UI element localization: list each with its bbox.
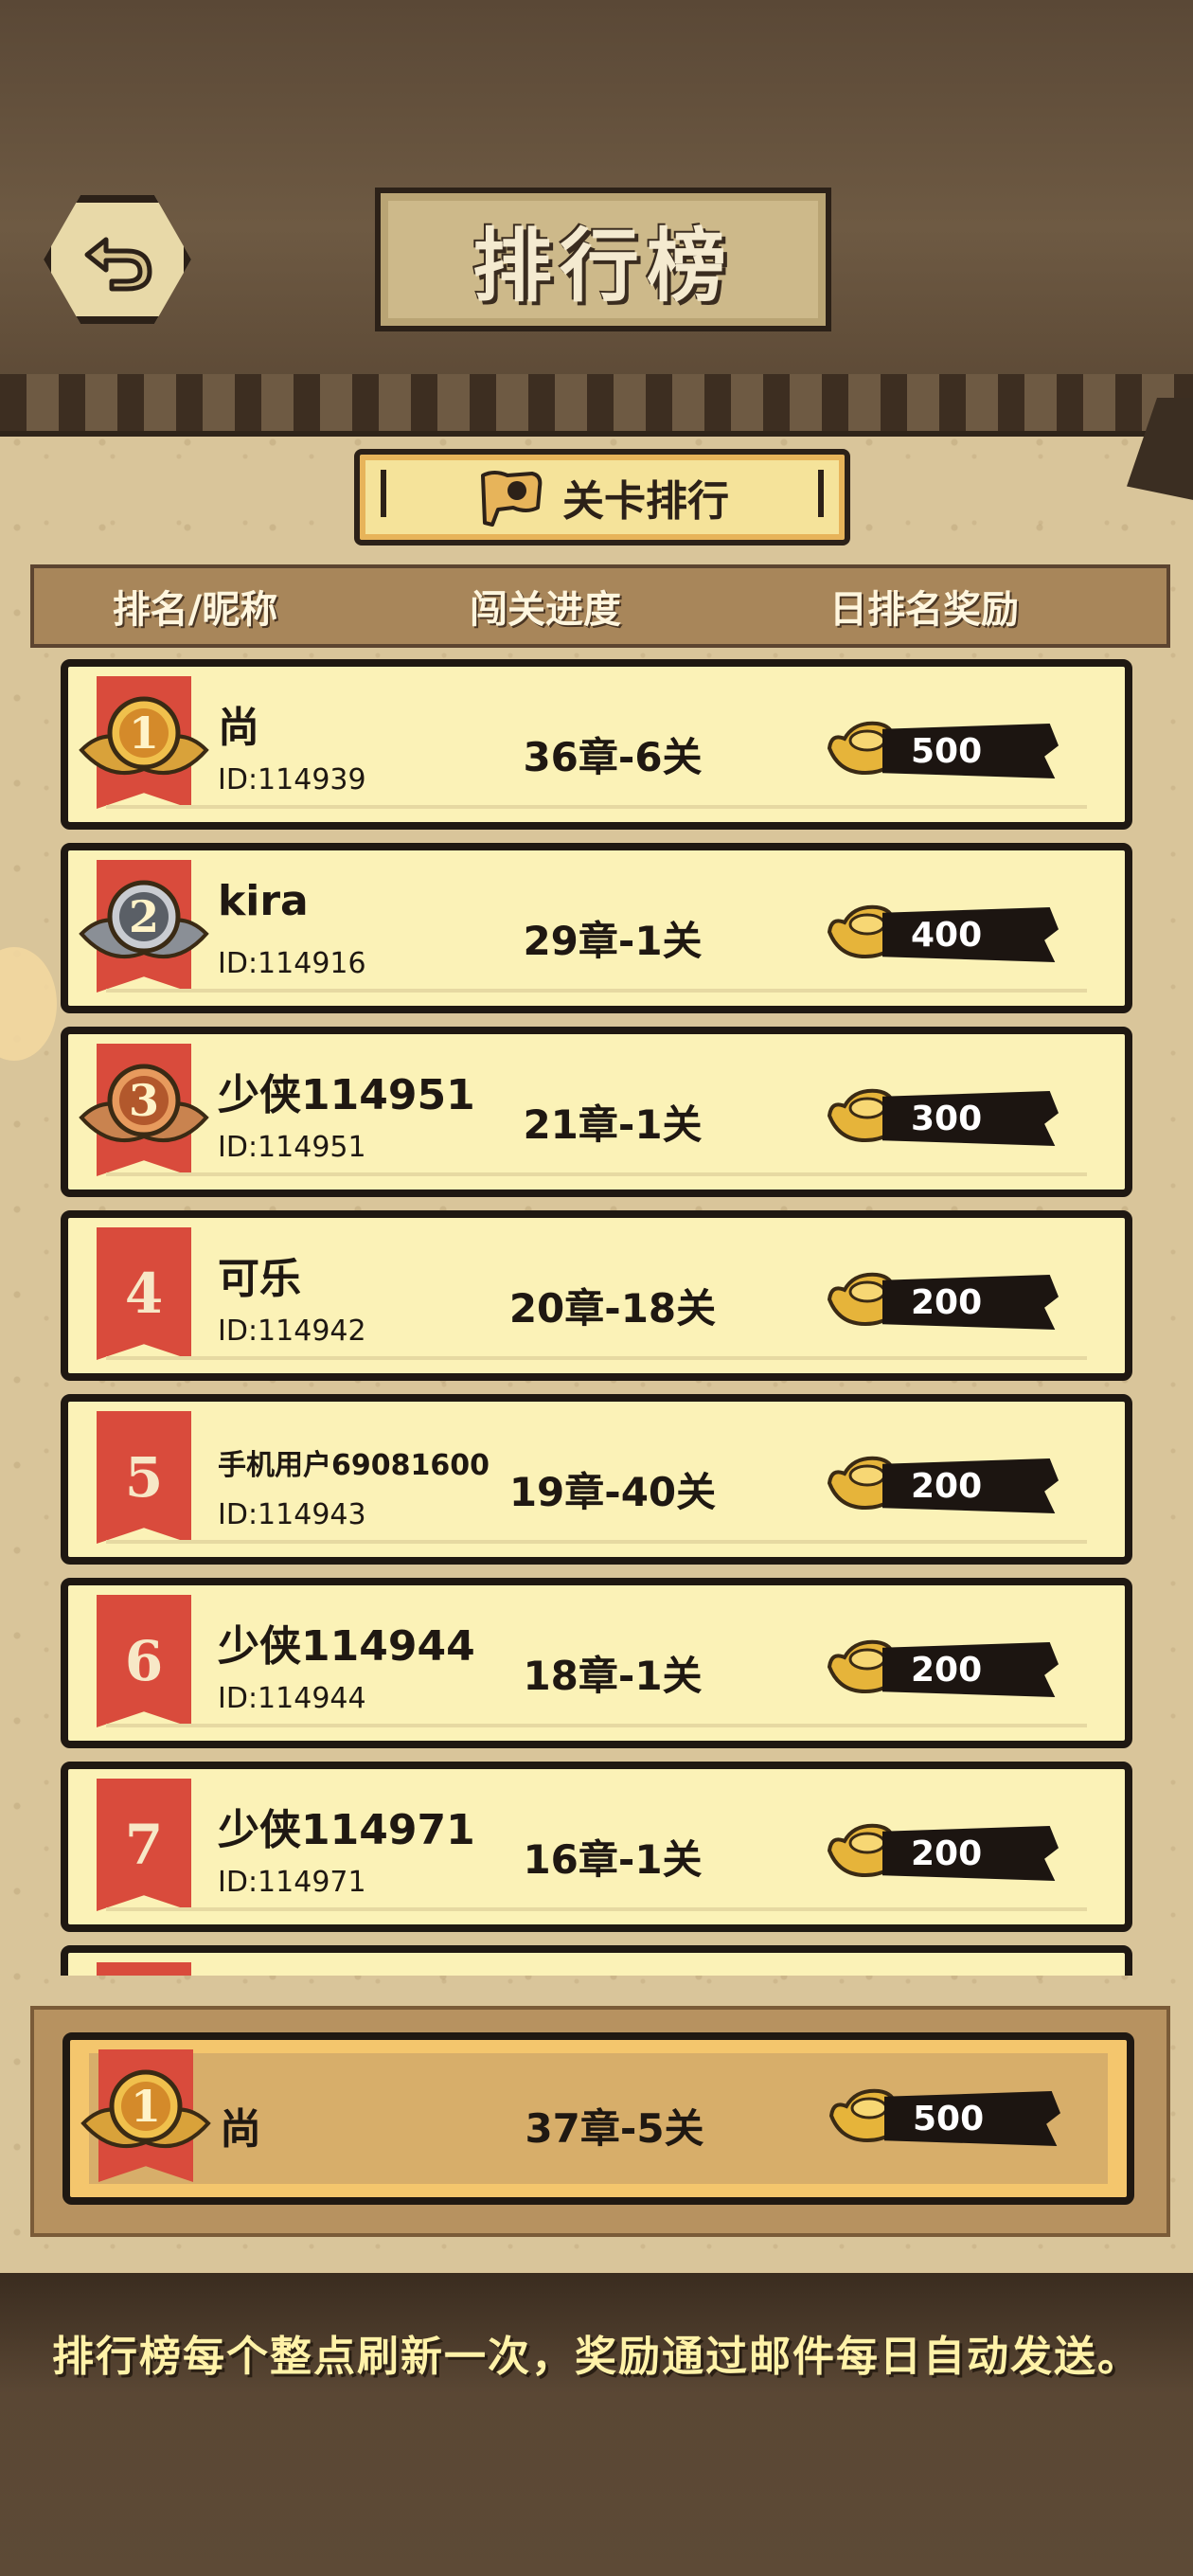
player-progress: 20章-18关 <box>508 1285 717 1332</box>
silver-medal-icon: 2 <box>79 880 209 958</box>
reward-value: 200 <box>911 1834 983 1873</box>
column-rank-name: 排名/昵称 <box>112 588 278 632</box>
pin-right <box>818 470 824 517</box>
bronze-medal-icon: 3 <box>79 1064 209 1142</box>
table-row[interactable]: 1 尚 ID:114939 36章-6关 500 <box>61 659 1132 830</box>
player-progress: 36章-6关 <box>523 734 703 780</box>
reward-value: 500 <box>911 731 983 771</box>
rank-number: 2 <box>129 891 159 942</box>
table-header: 排名/昵称 闯关进度 日排名奖励 <box>30 564 1170 648</box>
refresh-notice: 排行榜每个整点刷新一次，奖励通过邮件每日自动发送。 <box>52 2333 1141 2381</box>
page-title: 排行榜 <box>472 219 734 313</box>
reward-value: 200 <box>911 1466 983 1506</box>
rank-banner: 4 <box>97 1227 191 1360</box>
my-progress: 37章-5关 <box>525 2105 704 2152</box>
player-progress: 29章-1关 <box>523 918 703 964</box>
player-progress: 21章-1关 <box>523 1101 703 1148</box>
gold-medal-icon: 1 <box>79 696 209 775</box>
column-daily-reward: 日排名奖励 <box>829 588 1019 632</box>
pin-left <box>381 470 386 517</box>
flag-icon <box>481 471 543 527</box>
column-progress: 闯关进度 <box>470 588 621 632</box>
table-row[interactable]: 2 kira ID:114916 29章-1关 400 <box>61 843 1132 1013</box>
rank-number: 3 <box>129 1075 159 1126</box>
table-row-partial[interactable] <box>61 1945 1132 1976</box>
reward-value: 200 <box>911 1282 983 1322</box>
player-id: ID:114943 <box>218 1498 366 1531</box>
reward-strip: 200 <box>882 1826 1059 1881</box>
reward-value: 200 <box>911 1650 983 1690</box>
my-reward-value: 500 <box>913 2099 985 2138</box>
rank-number: 1 <box>129 707 159 759</box>
rank-number: 7 <box>124 1813 164 1877</box>
reward-strip: 200 <box>882 1458 1059 1513</box>
my-rank-panel: 1 尚 37章-5关 500 <box>30 2006 1170 2237</box>
reward-strip: 500 <box>882 724 1059 778</box>
reward-strip: 200 <box>882 1275 1059 1330</box>
bottom-ground-background <box>0 2273 1193 2576</box>
table-row[interactable]: 7 少侠114971 ID:114971 16章-1关 200 <box>61 1762 1132 1932</box>
my-rank-row: 1 尚 37章-5关 500 <box>62 2032 1134 2205</box>
reward-strip: 500 <box>884 2091 1060 2146</box>
reward-value: 300 <box>911 1099 983 1138</box>
back-arrow-icon <box>84 237 152 292</box>
table-row[interactable]: 5 手机用户69081600 ID:114943 19章-40关 200 <box>61 1394 1132 1565</box>
reward-strip: 200 <box>882 1642 1059 1697</box>
rank-banner: 5 <box>97 1411 191 1544</box>
reward-strip: 300 <box>882 1091 1059 1146</box>
rank-banner <box>97 1962 191 1976</box>
player-id: ID:114951 <box>218 1131 366 1164</box>
player-id: ID:114944 <box>218 1682 366 1715</box>
rank-number: 5 <box>124 1445 164 1510</box>
player-progress: 19章-40关 <box>508 1469 717 1515</box>
rank-banner: 6 <box>97 1595 191 1727</box>
svg-text:1: 1 <box>131 2081 161 2132</box>
rank-number: 6 <box>124 1629 164 1693</box>
tab-level-ranking[interactable]: 关卡排行 <box>354 449 850 546</box>
player-progress: 16章-1关 <box>523 1836 703 1883</box>
player-id: ID:114971 <box>218 1866 366 1899</box>
gold-medal-icon: 1 <box>80 2069 211 2148</box>
reward-strip: 400 <box>882 907 1059 962</box>
table-row[interactable]: 3 少侠114951 ID:114951 21章-1关 300 <box>61 1027 1132 1197</box>
crenellated-wall-divider <box>0 374 1193 437</box>
ranking-list[interactable]: 1 尚 ID:114939 36章-6关 500 2 kira ID:114916 29章-1关… <box>61 659 1132 1976</box>
player-progress: 18章-1关 <box>523 1653 703 1699</box>
tab-label: 关卡排行 <box>562 477 729 526</box>
table-row[interactable]: 4 可乐 ID:114942 20章-18关 200 <box>61 1210 1132 1381</box>
rank-number: 4 <box>124 1261 164 1326</box>
player-id: ID:114942 <box>218 1315 366 1348</box>
table-row[interactable]: 6 少侠114944 ID:114944 18章-1关 200 <box>61 1578 1132 1748</box>
title-plaque: 排行榜 <box>375 188 831 331</box>
rank-banner: 7 <box>97 1779 191 1911</box>
player-id: ID:114916 <box>218 947 366 980</box>
player-id: ID:114939 <box>218 763 366 796</box>
reward-value: 400 <box>911 915 983 955</box>
